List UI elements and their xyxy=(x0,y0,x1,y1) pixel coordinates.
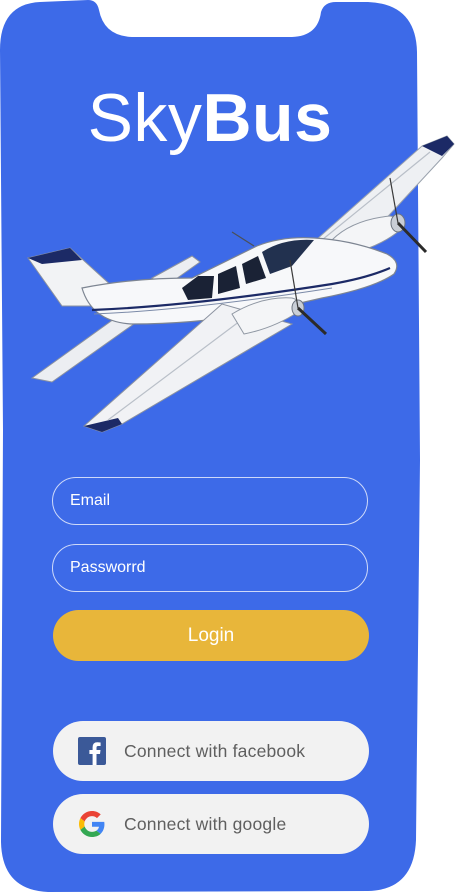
google-login-label: Connect with google xyxy=(124,813,287,834)
google-login-button[interactable]: Connect with google xyxy=(53,794,369,854)
password-input[interactable] xyxy=(52,544,368,592)
airplane-image xyxy=(27,135,455,433)
email-input[interactable] xyxy=(52,477,368,525)
login-screen: SkyBus Lo xyxy=(0,0,473,894)
facebook-login-button[interactable]: Connect with facebook xyxy=(53,721,369,781)
facebook-icon xyxy=(78,737,106,765)
facebook-login-label: Connect with facebook xyxy=(124,740,306,761)
google-icon xyxy=(78,810,106,838)
login-button[interactable]: Login xyxy=(53,610,369,661)
